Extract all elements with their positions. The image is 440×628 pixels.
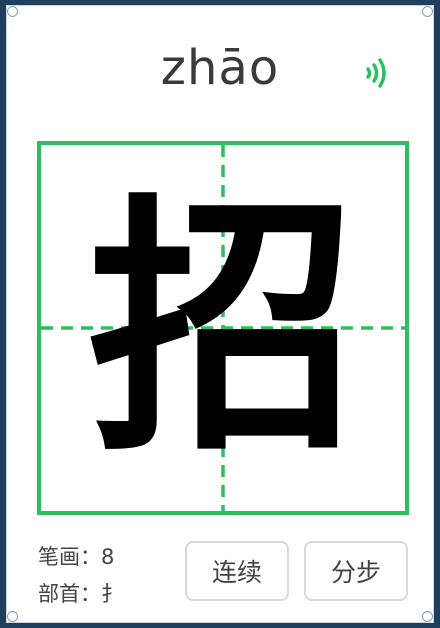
resize-handle-bottom-right[interactable] <box>422 611 433 622</box>
step-by-step-button[interactable]: 分步 <box>304 541 408 601</box>
resize-handle-top-left[interactable] <box>7 6 18 17</box>
continuous-animation-button[interactable]: 连续 <box>185 541 289 601</box>
character-grid: 招 <box>37 141 409 515</box>
stroke-count: 笔画：8 <box>38 545 115 569</box>
resize-handle-top-right[interactable] <box>422 6 433 17</box>
resize-handle-bottom-left[interactable] <box>7 611 18 622</box>
character-glyph: 招 <box>88 169 358 487</box>
sound-icon[interactable] <box>362 56 396 90</box>
radical: 部首：扌 <box>38 582 122 606</box>
